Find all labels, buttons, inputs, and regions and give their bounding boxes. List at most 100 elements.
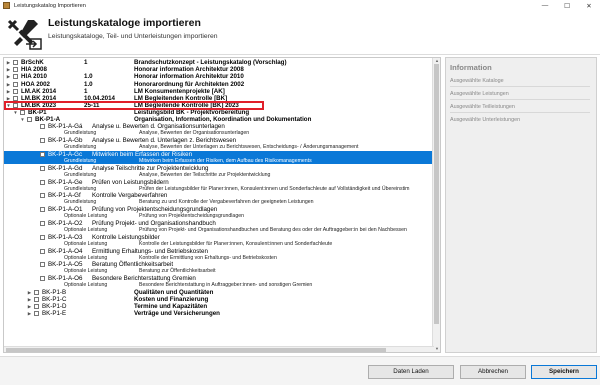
service-checkbox[interactable] [40,234,45,240]
catalog-row[interactable]: ▶ HIA 2008 Honorar information Architektur… [4,66,434,73]
service-checkbox[interactable] [40,207,45,213]
service-title: Besondere Berichterstattung Gremien [92,275,196,283]
info-selected-subitems[interactable]: Ausgewählte Unterleistungen [450,117,520,123]
service-row[interactable]: BK-P1-A-Ge Prüfen von Leistungsbildern [4,179,434,186]
catalog-name: LM Konsumentenprojekte [AK] [134,87,225,95]
info-divider [450,99,590,100]
maximize-button[interactable]: ☐ [556,0,578,11]
expand-icon[interactable]: ▶ [6,66,11,73]
service-row[interactable]: BK-P1-A-Gc Mitwirken beim Erfassen der Ri… [4,151,434,158]
service-detail-row: Optionale Leistung Kontrolle der Leistung… [4,241,434,247]
info-selected-subservices[interactable]: Ausgewählte Teilleistungen [450,104,515,110]
catalog-tree[interactable]: ▶ BrSchK 1 Brandschutzkonzept - Leistungska… [3,57,441,353]
service-checkbox[interactable] [40,262,45,268]
service-row[interactable]: BK-P1-A-Gá Analyse u. Bewerten d. Organis… [4,123,434,130]
service-checkbox[interactable] [40,221,45,226]
node-checkbox[interactable] [27,117,32,123]
service-row[interactable]: BK-P1-A-O3 Kontrolle Leistungsbilder [4,234,434,241]
node-name: Leistungsbild BK - Projektvorbereitung [134,109,250,117]
service-detail-row: Grundleistung Beratung zu und Kontrolle d… [4,199,434,205]
service-checkbox[interactable] [40,248,45,254]
vertical-scrollbar[interactable]: ▲ ▼ [432,58,440,352]
horizontal-scrollbar[interactable] [4,346,434,352]
group-row[interactable]: ▶ BK-P1-E Verträge und Versicherungen [4,310,434,317]
information-panel: Information Ausgewählte Kataloge Ausgewä… [445,57,597,353]
info-divider [450,112,590,113]
service-description: Prüfung von Projekt- und Organisationsha… [139,227,407,233]
hscroll-thumb[interactable] [6,348,386,352]
minimize-button[interactable]: — [534,0,556,11]
service-code: BK-P1-A-Gá [48,123,83,131]
service-type: Grundleistung [64,158,97,164]
service-checkbox[interactable] [40,179,45,185]
info-selected-services[interactable]: Ausgewählte Leistungen [450,91,509,97]
service-row[interactable]: BK-P1-A-O5 Beratung Öffentlichkeitsarbeit [4,261,434,268]
service-description: Mitwirken beim Erfassen der Risiken, dem… [139,158,312,164]
group-row[interactable]: ▶ BK-P1-D Termine und Kapazitäten [4,303,434,310]
tree-node-bk-p1[interactable]: ▼ BK-P1 Leistungsbild BK - Projektvorberei… [4,109,434,116]
catalog-code: HOA 2002 [21,80,51,88]
collapse-icon[interactable]: ▼ [20,116,25,123]
expand-icon[interactable]: ▶ [27,310,32,317]
catalog-checkbox[interactable] [13,88,18,94]
catalog-row[interactable]: ▶ HIA 2010 1.0 Honorar information Architek… [4,73,434,80]
service-code: BK-P1-A-O5 [48,261,83,269]
service-code: BK-P1-A-Gf [48,192,81,200]
service-checkbox[interactable] [40,165,45,171]
service-description: Analyse, Bewerten der Unterlagen zu Beri… [139,144,359,151]
service-checkbox[interactable] [40,138,45,144]
catalog-checkbox[interactable] [13,67,18,73]
group-checkbox[interactable] [34,290,39,295]
service-row[interactable]: BK-P1-A-O6 Besondere Berichterstattung Gr… [4,275,434,282]
close-button[interactable]: ✕ [578,0,600,11]
service-row[interactable]: BK-P1-A-Gd Analyse Teilschritte zur Proje… [4,165,434,172]
expand-icon[interactable]: ▶ [27,296,32,303]
scroll-down-icon[interactable]: ▼ [433,346,440,352]
service-title: Kontrolle Vergabeverfahren [92,192,168,200]
expand-icon[interactable]: ▶ [6,59,11,66]
service-detail-row: Grundleistung Analyse, Bewerten der Organ… [4,130,434,136]
catalog-checkbox[interactable] [13,74,18,80]
group-checkbox[interactable] [34,297,39,302]
cancel-button[interactable]: Abbrechen [460,365,526,379]
save-button[interactable]: Speichern [531,365,597,379]
service-row[interactable]: BK-P1-A-Gf Kontrolle Vergabeverfahren [4,192,434,199]
catalog-checkbox[interactable] [13,81,18,87]
service-row[interactable]: BK-P1-A-O4 Ermittlung Erhaltungs- und Bet… [4,248,434,255]
tree-node-bk-p1-a[interactable]: ▼ BK-P1-A Organisation, Information, Koord… [4,116,434,123]
node-checkbox[interactable] [20,110,25,116]
service-title: Mitwirken beim Erfassen der Risiken [92,151,193,158]
expand-icon[interactable]: ▶ [27,303,32,310]
scroll-thumb[interactable] [434,64,439,324]
group-checkbox[interactable] [34,311,39,316]
service-checkbox[interactable] [40,193,45,199]
group-checkbox[interactable] [34,304,39,309]
service-checkbox[interactable] [40,276,45,282]
expand-icon[interactable]: ▶ [27,289,32,296]
collapse-icon[interactable]: ▼ [13,109,18,116]
expand-icon[interactable]: ▶ [6,88,11,95]
info-selected-catalogs[interactable]: Ausgewählte Kataloge [450,78,504,84]
catalog-version: 1 [84,59,88,66]
expand-icon[interactable]: ▶ [6,81,11,88]
expand-icon[interactable]: ▶ [6,73,11,80]
service-code: BK-P1-A-Gd [48,164,83,172]
service-row[interactable]: BK-P1-A-O2 Prüfung Projekt- und Organisat… [4,220,434,227]
group-name: Kosten und Finanzierung [134,296,209,303]
service-row[interactable]: BK-P1-A-O1 Prüfung von Projektentscheidun… [4,206,434,213]
load-data-button[interactable]: Daten Laden [368,365,454,379]
group-row[interactable]: ▶ BK-P1-B Qualitäten und Quantitäten [4,289,434,296]
catalog-row[interactable]: ▶ BrSchK 1 Brandschutzkonzept - Leistungska… [4,59,434,66]
service-checkbox[interactable] [40,124,45,130]
service-title: Ermittlung Erhaltungs- und Betriebskoste… [92,247,208,255]
catalog-checkbox[interactable] [13,60,18,65]
service-title: Analyse Teilschritte zur Projektentwickl… [92,164,209,172]
service-checkbox[interactable] [40,152,45,157]
group-code: BK-P1-B [42,289,67,296]
catalog-code: BrSchK [21,59,44,66]
service-type: Optionale Leistung [64,268,108,275]
group-row[interactable]: ▶ BK-P1-C Kosten und Finanzierung [4,296,434,303]
catalog-row[interactable]: ▶ LM.AK 2014 1 LM Konsumentenprojekte [AK] [4,88,434,95]
catalog-row[interactable]: ▶ HOA 2002 1.0 Honorarordnung für Architekt… [4,81,434,88]
group-name: Qualitäten und Quantitäten [134,289,214,296]
